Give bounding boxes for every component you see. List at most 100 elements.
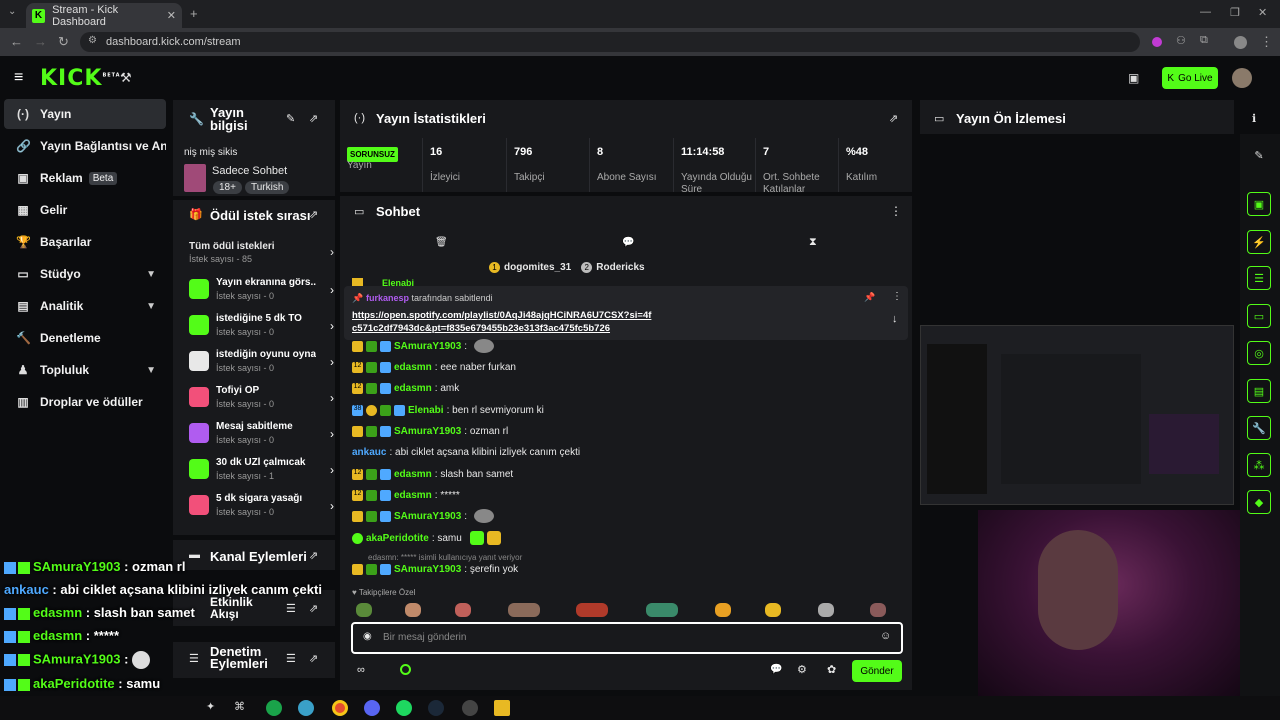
wrench-icon[interactable]: 🔧: [1247, 416, 1271, 440]
forward-icon[interactable]: →: [34, 34, 47, 49]
chat-username[interactable]: SAmuraY1903: [394, 426, 461, 437]
profile-avatar[interactable]: [1234, 36, 1247, 49]
back-icon[interactable]: ←: [10, 34, 23, 49]
popout-icon[interactable]: ⇗: [309, 549, 318, 562]
spotify-icon[interactable]: [396, 700, 412, 716]
chat-username[interactable]: ankauc: [352, 447, 386, 458]
extensions-puzzle-icon[interactable]: ⧉: [1200, 34, 1208, 47]
chat-message[interactable]: 12 edasmn: slash ban samet: [352, 466, 513, 482]
list-icon[interactable]: ☰: [1247, 266, 1271, 290]
chat-message[interactable]: SAmuraY1903: ozman rl: [352, 423, 508, 439]
popout-icon[interactable]: ⇗: [309, 208, 318, 221]
broadcast-icon[interactable]: ◎: [1247, 341, 1271, 365]
emote-icon[interactable]: [765, 603, 781, 617]
emoji-icon[interactable]: ☺: [880, 630, 891, 642]
extension-icon[interactable]: [1152, 37, 1162, 47]
popout-icon[interactable]: ⇗: [309, 602, 318, 615]
obs-icon[interactable]: [462, 700, 478, 716]
emote-icon[interactable]: [870, 603, 886, 617]
minimize-icon[interactable]: —: [1200, 6, 1211, 18]
reward-item[interactable]: 30 dk UZİ çalmıcak İstek sayısı - 1 ›: [189, 457, 334, 491]
emote-icon[interactable]: [405, 603, 421, 617]
address-bar[interactable]: ⚙ dashboard.kick.com/stream: [80, 32, 1140, 52]
taskbar-app-icon[interactable]: [298, 700, 314, 716]
reward-item[interactable]: Yayın ekranına görs... İstek sayısı - 0 ›: [189, 277, 334, 311]
sidebar-item-droplar[interactable]: ▥ Droplar ve ödüller: [4, 387, 166, 417]
extension-icon[interactable]: ⚇: [1176, 34, 1186, 47]
send-button[interactable]: Gönder: [852, 660, 902, 682]
sidebar-item-gelir[interactable]: ▦ Gelir: [4, 195, 166, 225]
steam-icon[interactable]: [428, 700, 444, 716]
tab-search-icon[interactable]: ⌄: [8, 6, 16, 17]
sidebar-item-reklam[interactable]: ▣ Reklam Beta: [4, 163, 166, 193]
taskbar-taskview-icon[interactable]: ⌘: [234, 700, 245, 713]
chat-message[interactable]: akaPeridotite: samu: [352, 530, 501, 546]
filter-icon[interactable]: ☰: [286, 652, 296, 665]
top-gifter-name[interactable]: Rodericks: [596, 262, 644, 273]
lightning-icon[interactable]: ⚡: [1247, 230, 1271, 254]
restore-icon[interactable]: ❐: [1230, 6, 1240, 19]
unpin-icon[interactable]: 📌: [864, 292, 875, 303]
chrome-icon[interactable]: [332, 700, 348, 716]
new-tab-button[interactable]: +: [190, 6, 198, 21]
emote-icon[interactable]: [818, 603, 834, 617]
emote-icon[interactable]: [576, 603, 608, 617]
more-options-icon[interactable]: ⋮: [892, 291, 902, 302]
user-avatar[interactable]: [1232, 68, 1252, 88]
window-close-icon[interactable]: ✕: [1258, 6, 1267, 19]
tab-close-icon[interactable]: ✕: [167, 9, 176, 22]
all-rewards-row[interactable]: Tüm ödül istekleri İstek sayısı - 85 ›: [189, 241, 334, 267]
expand-arrow-icon[interactable]: ↓: [892, 313, 898, 325]
emote-icon[interactable]: [356, 603, 372, 617]
discord-icon[interactable]: [364, 700, 380, 716]
chat-message[interactable]: 12 edasmn: *****: [352, 487, 460, 503]
chat-message[interactable]: 12 edasmn: eee naber furkan: [352, 359, 516, 375]
reward-item[interactable]: istediğin oyunu oyna... İstek sayısı - 0 ›: [189, 349, 334, 383]
file-explorer-icon[interactable]: [494, 700, 510, 716]
reward-item[interactable]: 5 dk sigara yasağı İstek sayısı - 0 ›: [189, 493, 334, 527]
reward-item[interactable]: Mesaj sabitleme İstek sayısı - 0 ›: [189, 421, 334, 455]
chat-username[interactable]: Elenabi: [408, 405, 444, 416]
chat-username[interactable]: edasmn: [394, 490, 432, 501]
sidebar-item-basarilar[interactable]: 🏆 Başarılar: [4, 227, 166, 257]
filter-icon[interactable]: ☰: [286, 602, 296, 615]
chat-message[interactable]: 38 Elenabi: ben rl sevmiyorum ki: [352, 402, 544, 418]
speech-bubble-icon[interactable]: 💬: [622, 237, 634, 248]
infinity-icon[interactable]: ∞: [357, 664, 365, 676]
chat-icon[interactable]: ▭: [1247, 304, 1271, 328]
chat-username[interactable]: SAmuraY1903: [394, 341, 461, 352]
hourglass-icon[interactable]: ⧗: [809, 236, 817, 249]
emote-icon[interactable]: [646, 603, 678, 617]
emote-icon[interactable]: [508, 603, 540, 617]
site-info-icon[interactable]: ⚙: [88, 35, 97, 46]
chat-input[interactable]: ◉ Bir mesaj gönderin ☺: [351, 622, 903, 654]
sidebar-item-denetleme[interactable]: 🔨 Denetleme: [4, 323, 166, 353]
gear-icon[interactable]: ⚙: [797, 663, 807, 676]
info-icon[interactable]: ℹ: [1252, 112, 1256, 125]
sidebar-item-topluluk[interactable]: ♟ Topluluk ▼: [4, 355, 166, 385]
more-options-icon[interactable]: ⋮: [890, 204, 902, 218]
chat-message[interactable]: SAmuraY1903: şerefin yok: [352, 561, 518, 577]
emote-icon[interactable]: [455, 603, 471, 617]
sidebar-item-studyo[interactable]: ▭ Stüdyo ▼: [4, 259, 166, 289]
edit-pencil-icon[interactable]: ✎: [286, 112, 295, 125]
chat-message[interactable]: 12 edasmn: amk: [352, 380, 459, 396]
preview-video[interactable]: [920, 325, 1234, 505]
pinned-by-user[interactable]: furkanesp: [366, 293, 409, 303]
hamburger-menu-icon[interactable]: ≡: [14, 69, 23, 87]
chat-message[interactable]: SAmuraY1903:: [352, 338, 494, 354]
camera-icon[interactable]: ▣: [1128, 71, 1139, 85]
emote-icon[interactable]: [715, 603, 731, 617]
chat-settings-icon[interactable]: 💬: [770, 664, 782, 675]
stats-icon[interactable]: ▤: [1247, 379, 1271, 403]
taskbar-start-icon[interactable]: ✦: [206, 700, 215, 713]
kick-logo[interactable]: KICKBETA: [40, 66, 121, 91]
top-gifter-name[interactable]: dogomites_31: [504, 262, 571, 273]
chat-username[interactable]: edasmn: [394, 469, 432, 480]
share-icon[interactable]: ⁂: [1247, 453, 1271, 477]
kick-coin-icon[interactable]: [400, 664, 411, 675]
reward-item[interactable]: Tofiyi ÖP İstek sayısı - 0 ›: [189, 385, 334, 419]
chat-username[interactable]: akaPeridotite: [366, 533, 429, 544]
chat-message[interactable]: ankauc: abi ciklet açsana klibini izliye…: [352, 444, 580, 460]
reload-icon[interactable]: ↻: [58, 34, 69, 50]
